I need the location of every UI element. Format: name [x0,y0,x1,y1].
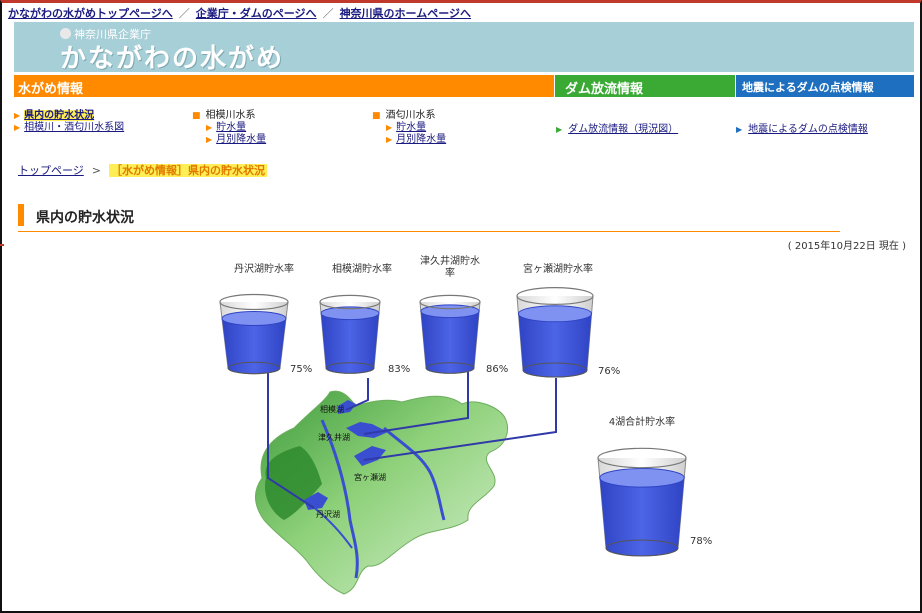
reservoir-label: 宮ヶ瀬湖貯水率 [523,264,593,275]
reservoir-cup [319,294,381,374]
cup-water [420,311,480,374]
map-label-tanzawa: 丹沢湖 [316,510,340,519]
reservoir-percent: 75% [290,364,313,375]
reservoir-cup [219,293,289,375]
reservoir-label: 丹沢湖貯水率 [234,264,294,275]
reservoir-percent: 83% [388,364,411,375]
reservoir-cup [419,294,481,374]
reservoir-percent: 86% [486,364,509,375]
cup-water-surface [599,468,685,488]
cup-water [599,477,685,556]
total-percent: 78% [690,536,713,547]
reservoir-cup [516,287,594,378]
cup-water-surface [517,305,593,323]
reservoir-label: 相模湖貯水率 [332,264,392,275]
total-label: 4湖合計貯水率 [608,417,676,428]
storage-illustration: 相模湖 津久井湖 宮ヶ瀬湖 丹沢湖 [219,287,687,595]
cup-water-surface [221,310,287,327]
map-label-tsukui: 津久井湖 [318,432,350,442]
cup-water [518,313,592,378]
total-cup [597,447,687,557]
map-label-miyagase: 宮ヶ瀬湖 [354,472,386,482]
cup-water [321,313,379,374]
map-label-sagami: 相模湖 [320,404,344,414]
reservoir-label: 津久井湖貯水率 [420,256,480,279]
reservoir-percent: 76% [598,366,621,377]
